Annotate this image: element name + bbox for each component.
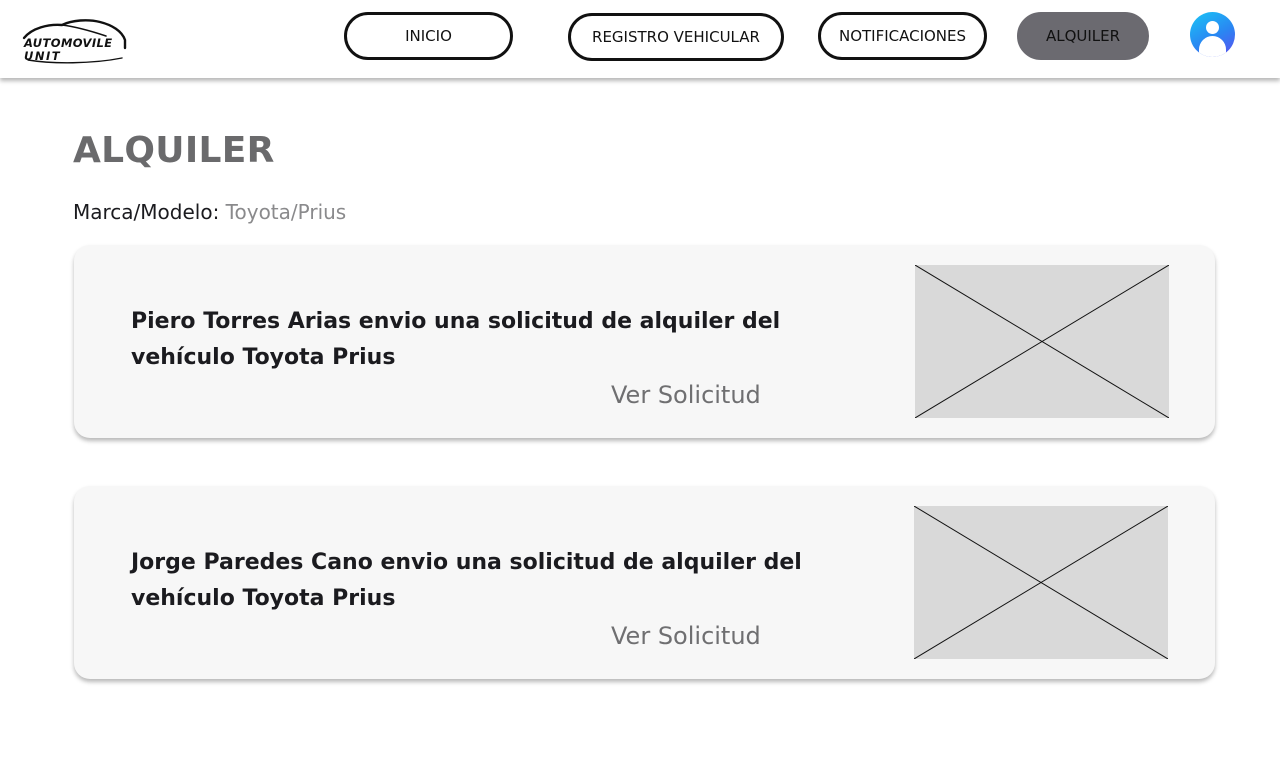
- nav-alquiler-button[interactable]: ALQUILER: [1017, 12, 1149, 60]
- view-request-link[interactable]: Ver Solicitud: [611, 622, 761, 650]
- nav-registro-vehicular-label: REGISTRO VEHICULAR: [592, 28, 760, 46]
- automovile-unit-logo[interactable]: AUTOMOVILE UNIT: [22, 16, 128, 66]
- nav-registro-vehicular-button[interactable]: REGISTRO VEHICULAR: [568, 13, 784, 61]
- nav-notificaciones-button[interactable]: NOTIFICACIONES: [818, 12, 987, 60]
- rental-request-card: Jorge Paredes Cano envio una solicitud d…: [74, 486, 1215, 679]
- brand-model-value: Toyota/Prius: [225, 200, 347, 224]
- image-placeholder-icon: [915, 265, 1169, 418]
- avatar-body: [1199, 36, 1226, 57]
- brand-model-label: Marca/Modelo:: [73, 200, 220, 224]
- user-avatar-icon[interactable]: [1190, 12, 1235, 57]
- nav-alquiler-label: ALQUILER: [1045, 27, 1121, 45]
- avatar-head: [1206, 21, 1219, 34]
- logo-wordmark: AUTOMOVILE UNIT: [24, 37, 113, 63]
- logo-line-2: UNIT: [24, 49, 62, 63]
- nav-notificaciones-label: NOTIFICACIONES: [838, 27, 967, 45]
- page-title: ALQUILER: [73, 130, 275, 171]
- nav-inicio-button[interactable]: INICIO: [344, 12, 513, 60]
- nav-inicio-label: INICIO: [405, 27, 452, 45]
- rental-request-card: Piero Torres Arias envio una solicitud d…: [74, 245, 1215, 438]
- rental-request-message: Piero Torres Arias envio una solicitud d…: [131, 309, 781, 370]
- top-navigation-bar: AUTOMOVILE UNIT INICIO REGISTRO VEHICULA…: [0, 0, 1280, 78]
- brand-model-line: Marca/Modelo: Toyota/Prius: [73, 200, 346, 224]
- image-placeholder-icon: [914, 506, 1168, 659]
- view-request-link[interactable]: Ver Solicitud: [611, 381, 761, 409]
- rental-request-message: Jorge Paredes Cano envio una solicitud d…: [131, 550, 802, 611]
- logo-line-1: AUTOMOVILE: [24, 36, 113, 50]
